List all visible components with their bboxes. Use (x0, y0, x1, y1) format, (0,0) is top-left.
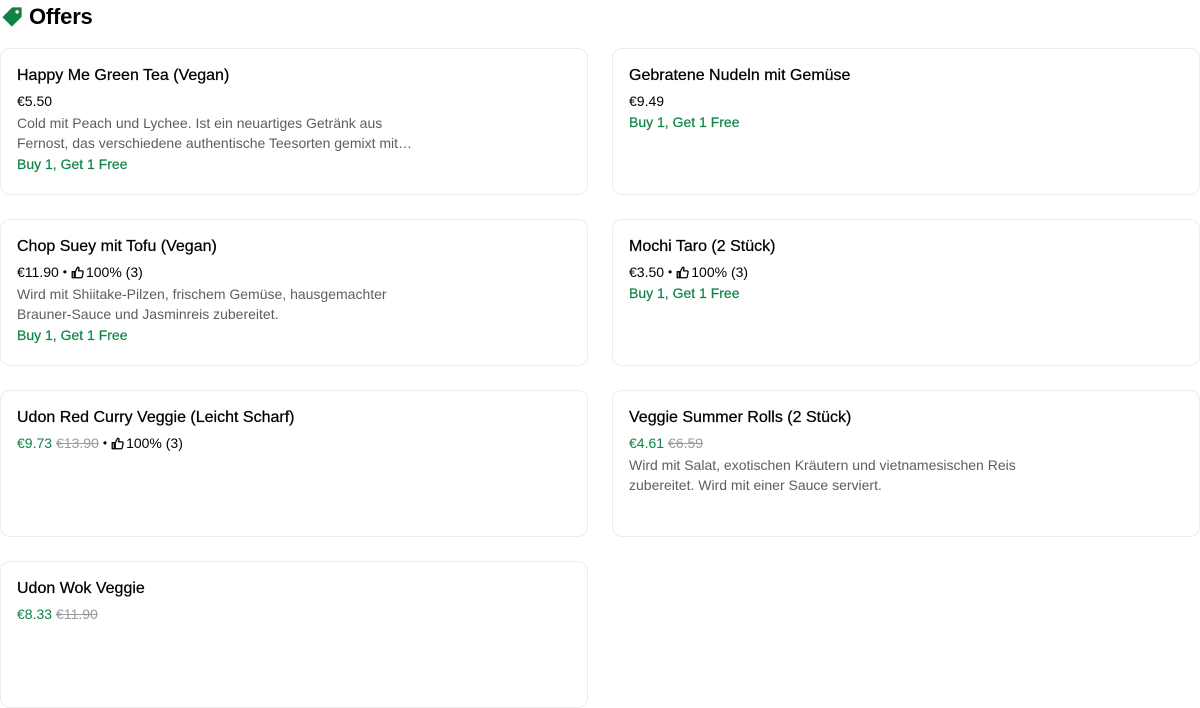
item-title: Udon Wok Veggie (17, 580, 145, 597)
item-price: €11.90 (17, 264, 59, 280)
item-rating: 100% (3) (691, 264, 749, 280)
offers-grid: Happy Me Green Tea (Vegan) €5.50 Cold mi… (0, 48, 1200, 708)
separator-dot: • (668, 265, 673, 279)
item-rating: 100% (3) (85, 264, 143, 280)
promo-badge: Buy 1, Get 1 Free (629, 285, 740, 301)
thumbs-up-icon (71, 266, 84, 278)
offer-card[interactable]: Mochi Taro (2 Stück) €3.50 • 100% (3) Bu… (612, 219, 1200, 366)
item-meta: €9.73 €13.90 • 100% (3) (17, 434, 571, 452)
tag-icon (2, 7, 22, 27)
offers-header: Offers (0, 2, 93, 32)
offer-card[interactable]: Veggie Summer Rolls (2 Stück) €4.61 €6.5… (612, 390, 1200, 537)
item-meta: €11.90 • 100% (3) (17, 263, 571, 281)
item-title: Gebratene Nudeln mit Gemüse (629, 67, 851, 84)
item-meta: €3.50 • 100% (3) (629, 263, 1183, 281)
item-meta: €5.50 (17, 92, 571, 110)
item-price: €3.50 (629, 264, 665, 280)
item-price: €9.49 (629, 93, 665, 109)
item-title: Veggie Summer Rolls (2 Stück) (629, 409, 852, 426)
section-title: Offers (29, 4, 93, 29)
separator-dot: • (102, 436, 108, 450)
item-original-price: €6.59 (668, 435, 704, 451)
offer-card[interactable]: Happy Me Green Tea (Vegan) €5.50 Cold mi… (0, 48, 588, 195)
item-price: €5.50 (17, 93, 53, 109)
item-meta: €8.33 €11.90 (17, 605, 571, 623)
item-meta: €9.49 (629, 92, 1183, 110)
item-description: Wird mit Shiitake-Pilzen, frischem Gemüs… (17, 286, 387, 322)
offer-card[interactable]: Udon Wok Veggie €8.33 €11.90 (0, 561, 588, 708)
item-original-price: €13.90 (56, 435, 99, 451)
item-title: Chop Suey mit Tofu (Vegan) (17, 238, 217, 255)
offer-card[interactable]: Udon Red Curry Veggie (Leicht Scharf) €9… (0, 390, 588, 537)
item-discount-price: €8.33 (17, 606, 53, 622)
item-rating: 100% (3) (126, 435, 183, 451)
offer-card[interactable]: Gebratene Nudeln mit Gemüse €9.49 Buy 1,… (612, 48, 1200, 195)
item-title: Happy Me Green Tea (Vegan) (17, 67, 230, 84)
item-description: Cold mit Peach und Lychee. Ist ein neuar… (17, 115, 413, 151)
item-description: Wird mit Salat, exotischen Kräutern und … (629, 457, 1016, 493)
item-title: Mochi Taro (2 Stück) (629, 238, 776, 255)
offer-card[interactable]: Chop Suey mit Tofu (Vegan) €11.90 • 100%… (0, 219, 588, 366)
item-discount-price: €9.73 (17, 435, 53, 451)
promo-badge: Buy 1, Get 1 Free (17, 156, 128, 172)
separator-dot: • (62, 265, 67, 279)
item-meta: €4.61 €6.59 (629, 434, 1183, 452)
thumbs-up-icon (676, 266, 690, 278)
item-discount-price: €4.61 (629, 435, 665, 451)
thumbs-up-icon (111, 437, 124, 449)
promo-badge: Buy 1, Get 1 Free (629, 114, 740, 130)
promo-badge: Buy 1, Get 1 Free (17, 327, 128, 343)
item-original-price: €11.90 (56, 606, 98, 622)
item-title: Udon Red Curry Veggie (Leicht Scharf) (17, 409, 295, 426)
offers-page: Offers Happy Me Green Tea (Vegan) €5.50 … (0, 0, 1200, 708)
